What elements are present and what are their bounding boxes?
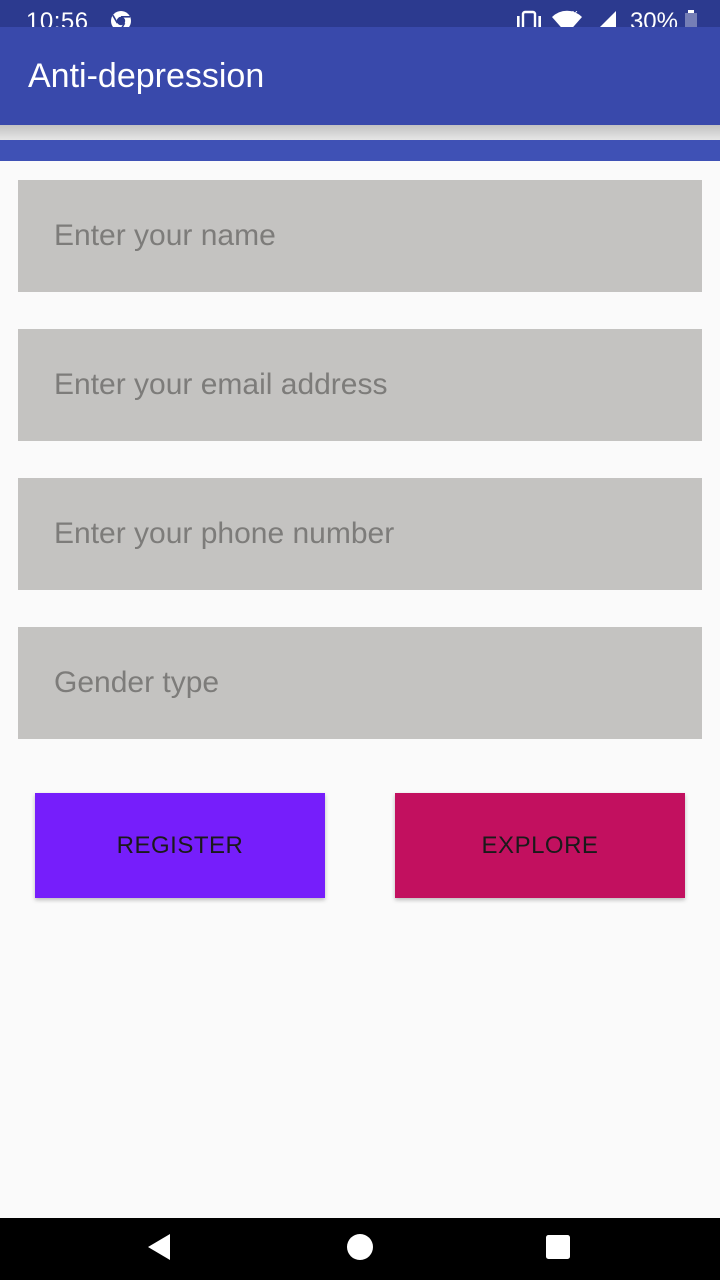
name-input[interactable] (18, 180, 702, 292)
accent-strip (0, 140, 720, 161)
recents-button[interactable] (513, 1218, 603, 1280)
home-icon (346, 1233, 374, 1266)
back-icon (146, 1232, 172, 1267)
home-button[interactable] (315, 1218, 405, 1280)
svg-text:x: x (572, 8, 578, 20)
recents-icon (544, 1233, 572, 1266)
back-button[interactable] (114, 1218, 204, 1280)
navigation-bar (0, 1218, 720, 1280)
app-title: Anti-depression (28, 57, 265, 95)
app-bar: Anti-depression (0, 27, 720, 125)
gender-input[interactable] (18, 627, 702, 739)
register-button[interactable]: REGISTER (35, 793, 325, 898)
app-bar-shadow (0, 125, 720, 140)
email-input[interactable] (18, 329, 702, 441)
phone-input[interactable] (18, 478, 702, 590)
explore-button[interactable]: EXPLORE (395, 793, 685, 898)
